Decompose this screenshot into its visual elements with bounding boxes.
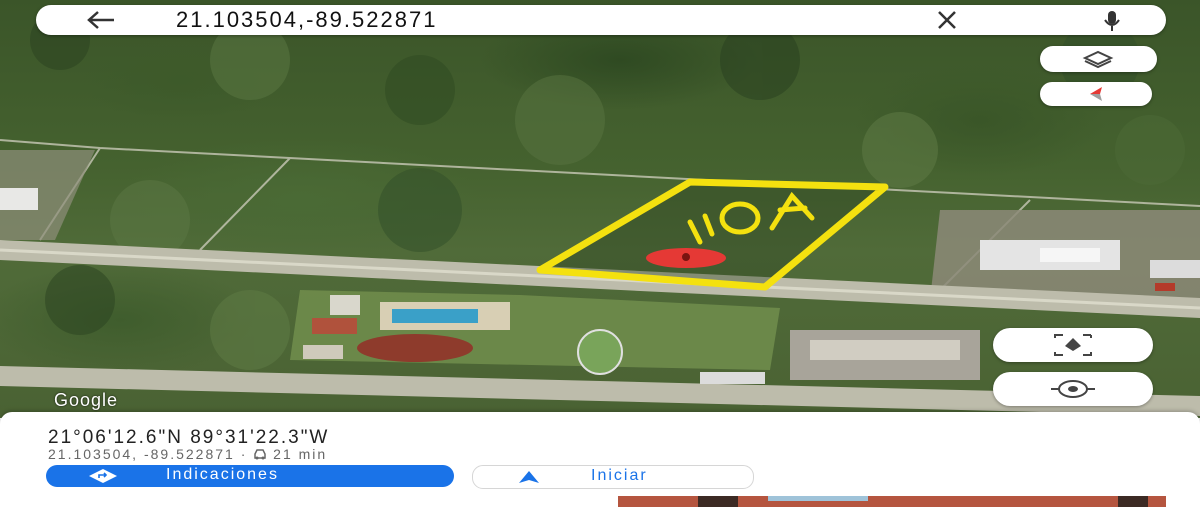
focus-frame-icon — [1054, 334, 1092, 356]
directions-icon — [89, 469, 117, 483]
start-button[interactable]: Iniciar — [472, 465, 754, 489]
photo-sky — [768, 496, 868, 501]
navigation-arrow-icon — [519, 471, 539, 483]
photo-window — [698, 496, 738, 507]
place-photo-thumbnail[interactable] — [618, 496, 1166, 507]
coordinates-subline: 21.103504, -89.522871 · 21 min — [48, 446, 327, 462]
crosshair-icon — [1051, 380, 1095, 398]
coordinates-decimal: 21.103504, -89.522871 — [48, 446, 235, 462]
back-arrow-icon[interactable] — [86, 9, 116, 31]
close-icon[interactable] — [936, 10, 958, 30]
layers-icon — [1082, 50, 1114, 69]
focus-location-button[interactable] — [993, 328, 1153, 362]
microphone-icon[interactable] — [1104, 10, 1120, 32]
photo-window — [1118, 496, 1148, 507]
google-attribution: Google — [54, 390, 119, 410]
car-icon — [254, 449, 267, 460]
location-pin-marker — [646, 248, 726, 268]
place-bottom-sheet[interactable]: 21°06'12.6"N 89°31'22.3"W 21.103504, -89… — [0, 412, 1200, 507]
search-bar[interactable]: 21.103504,-89.522871 — [36, 5, 1166, 35]
satellite-map[interactable]: 21.103504,-89.522871 Google — [0, 0, 1200, 418]
separator: · — [240, 446, 248, 462]
directions-button[interactable]: Indicaciones — [46, 465, 454, 487]
compass-button[interactable] — [1040, 82, 1152, 106]
drive-time: 21 min — [273, 446, 328, 462]
directions-label: Indicaciones — [166, 466, 279, 483]
start-label: Iniciar — [591, 467, 648, 484]
compass-icon — [1090, 87, 1102, 101]
layers-button[interactable] — [1040, 46, 1157, 72]
search-query[interactable]: 21.103504,-89.522871 — [176, 7, 437, 33]
my-location-button[interactable] — [993, 372, 1153, 406]
